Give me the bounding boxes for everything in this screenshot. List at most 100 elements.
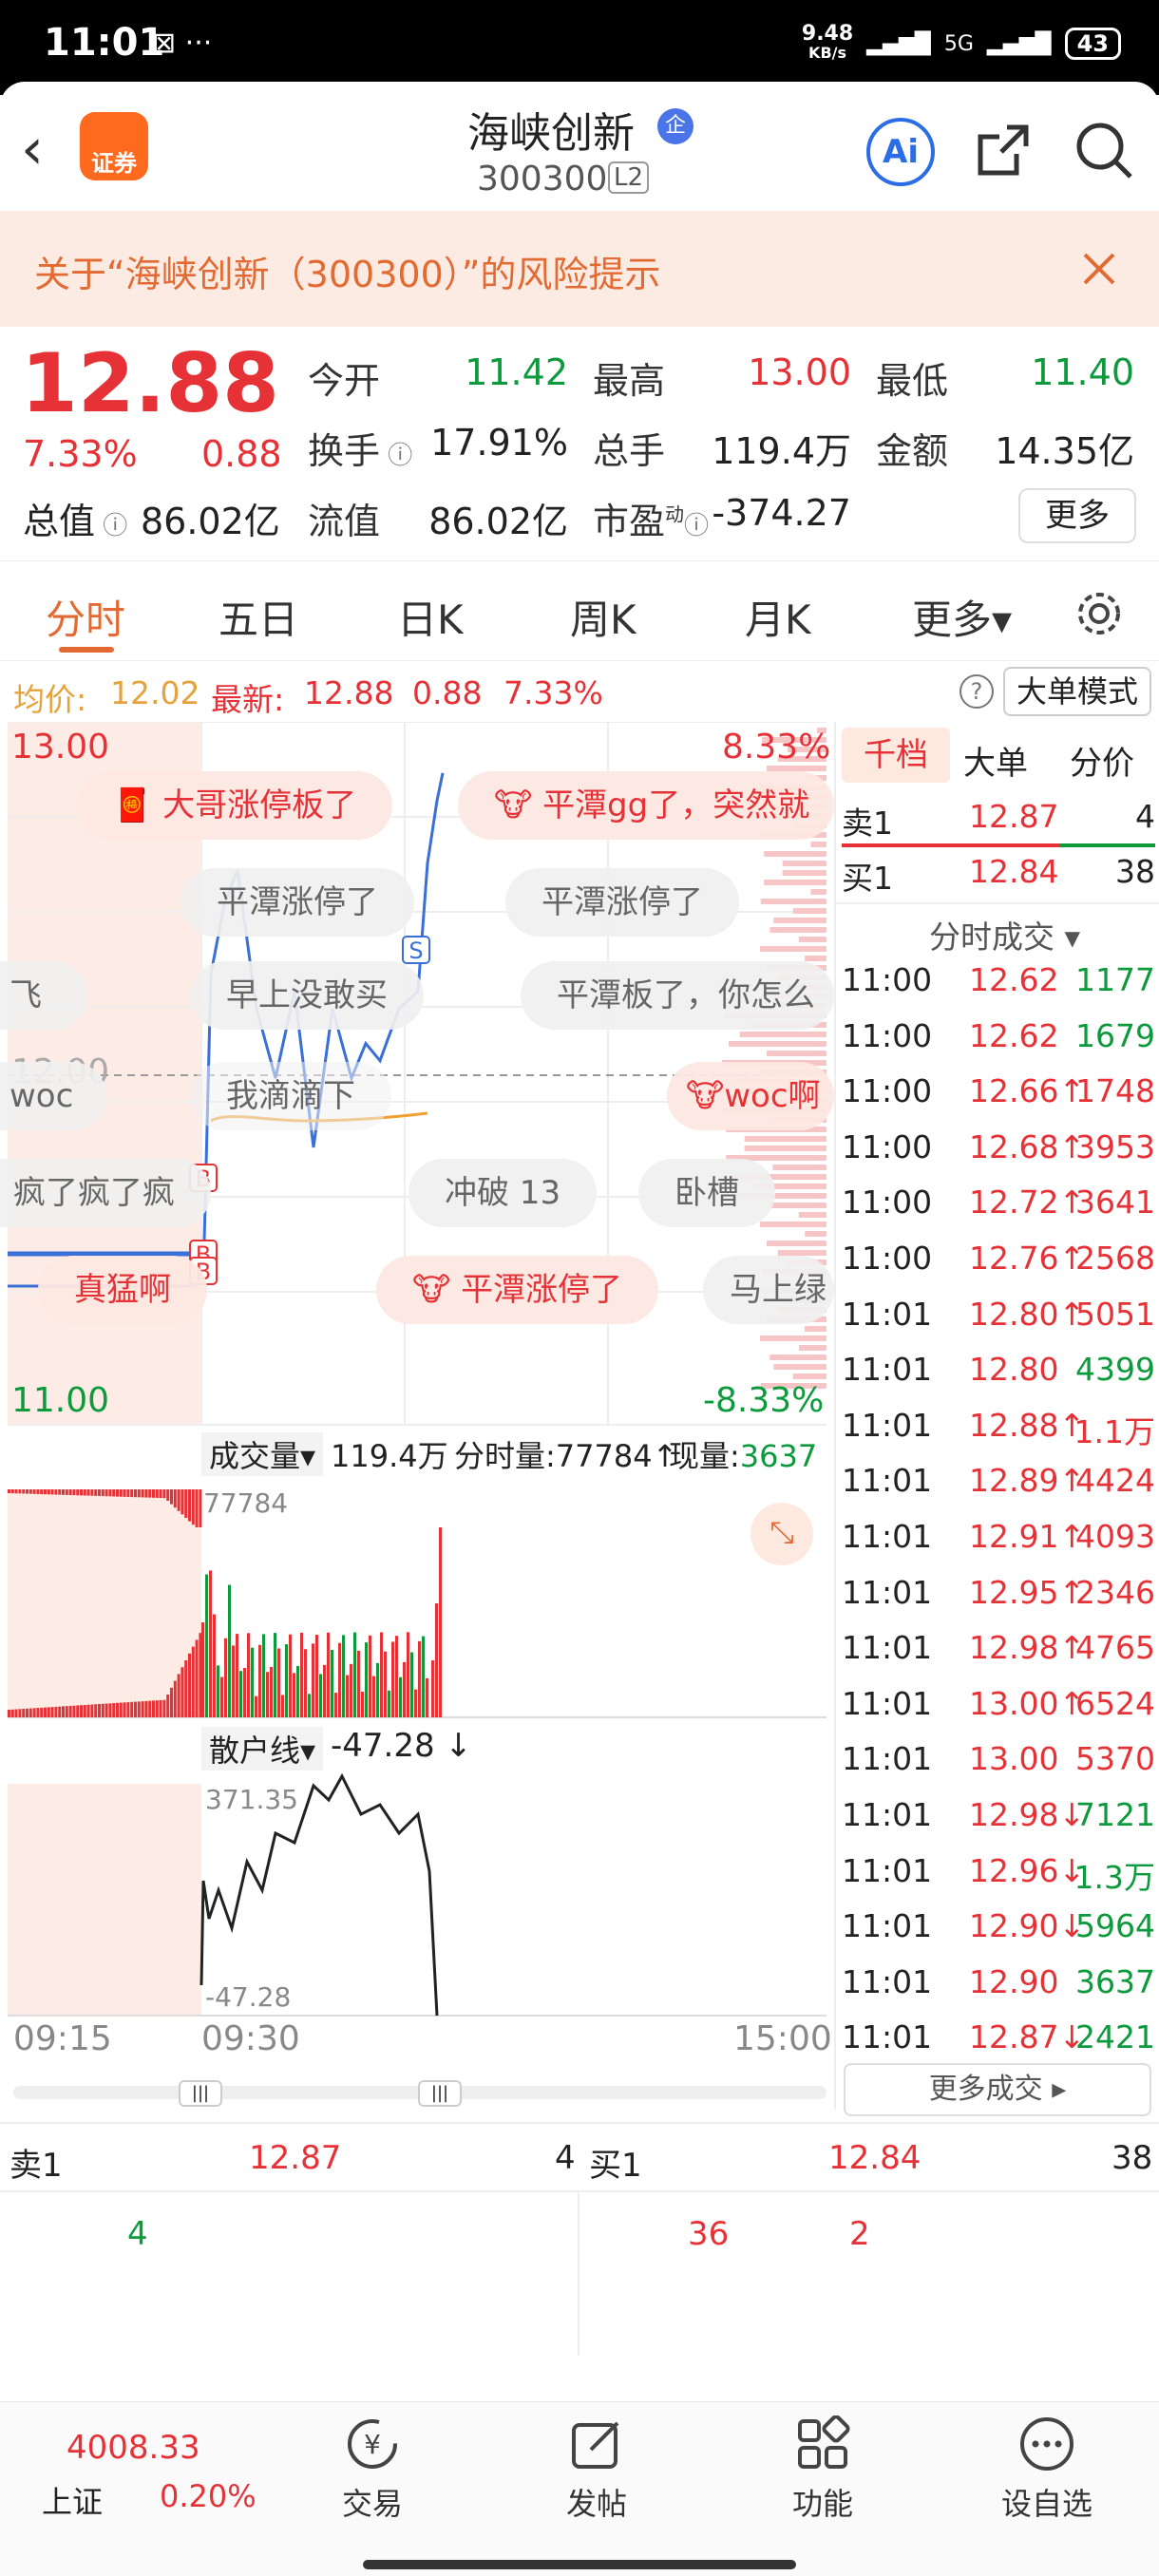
volume-bar: [166, 1489, 170, 1501]
depth-tab-thousand[interactable]: 千档: [842, 728, 950, 783]
volume-bar: [155, 1489, 159, 1498]
volume-bar: [315, 1635, 318, 1717]
scroll-handle-left[interactable]: |||: [179, 2080, 222, 2107]
close-icon[interactable]: [1081, 251, 1117, 287]
tab-intraday[interactable]: 分时: [46, 588, 125, 646]
back-icon[interactable]: ‹: [21, 116, 44, 182]
index-value[interactable]: 4008.33: [66, 2429, 200, 2467]
level-badge[interactable]: L2: [608, 161, 650, 194]
tab-five-day[interactable]: 五日: [218, 588, 298, 646]
divider: [836, 902, 1159, 904]
ai-icon[interactable]: Ai: [866, 118, 935, 186]
index-pct[interactable]: 0.20%: [160, 2478, 256, 2514]
tab-weekly-k[interactable]: 周K: [570, 588, 636, 646]
ticks-title[interactable]: 分时成交 ▾: [929, 912, 1080, 957]
current-price: 12.88: [21, 336, 280, 431]
tick-cell: 11:00: [842, 1184, 933, 1222]
index-name[interactable]: 上证: [42, 2478, 103, 2522]
volume-selector[interactable]: 成交量▾: [201, 1432, 324, 1476]
volume-bar: [388, 1690, 390, 1717]
danmu-bubble[interactable]: 飞: [0, 961, 87, 1030]
danmu-bubble[interactable]: 平潭涨停了: [180, 868, 414, 937]
intraday-chart[interactable]: BBBS 13.00 8.33% 12.00 11.00 -8.33% 🧧 大哥…: [0, 722, 834, 2071]
tick-row: 11:01 12.80 4399: [836, 1351, 1159, 1406]
volume-bar: [119, 1489, 123, 1497]
grid-icon: [792, 2414, 853, 2474]
volume-bar: [361, 1691, 364, 1717]
retail-selector[interactable]: 散户线▾: [201, 1727, 324, 1771]
big-order-mode-button[interactable]: 大单模式: [1003, 667, 1151, 716]
expand-icon[interactable]: ⤡: [750, 1503, 813, 1565]
risk-banner[interactable]: 关于“海峡创新（300300）”的风险提示: [0, 211, 1159, 327]
depth-bar: [760, 899, 826, 904]
danmu-bubble[interactable]: 🐮 平潭gg了，突然就: [458, 771, 834, 840]
chart-tabs: 分时 五日 日K 周K 月K 更多▾: [0, 560, 1159, 661]
volume-bar: [62, 1706, 65, 1717]
bottom-buy-label: 买1: [589, 2147, 642, 2185]
volume-bar: [162, 1489, 166, 1499]
volume-bar: [54, 1489, 58, 1495]
danmu-bubble[interactable]: 🐮 平潭涨停了: [376, 1256, 659, 1324]
scroll-handle-right[interactable]: |||: [418, 2080, 462, 2107]
volume-bar: [199, 1633, 202, 1717]
yuan-icon: ¥: [342, 2414, 403, 2474]
volume-bar: [44, 1489, 47, 1495]
danmu-bubble[interactable]: 🧧 大哥涨停板了: [76, 771, 393, 840]
volume-bar: [180, 1667, 184, 1717]
volume-bar: [300, 1632, 303, 1717]
volume-bar: [65, 1489, 68, 1495]
danmu-bubble[interactable]: 疯了疯了疯: [0, 1159, 211, 1227]
help-icon[interactable]: ?: [960, 674, 994, 709]
gear-icon[interactable]: [1074, 588, 1125, 639]
volume-bar: [116, 1489, 119, 1497]
nav-trade[interactable]: ¥ 交易: [296, 2414, 448, 2524]
volume-bar: [312, 1643, 314, 1717]
volume-bar: [407, 1632, 409, 1717]
depth-bar: [760, 1222, 826, 1227]
tick-cell: 7121: [1075, 1796, 1155, 1833]
danmu-bubble[interactable]: 真猛啊: [38, 1256, 207, 1324]
danmu-bubble[interactable]: 我滴滴下: [190, 1062, 391, 1130]
volume-bar: [195, 1489, 199, 1527]
danmu-bubble[interactable]: 马上绿: [703, 1256, 834, 1324]
danmu-bubble[interactable]: 平潭涨停了: [505, 868, 739, 937]
volume-bar: [177, 1674, 180, 1717]
volume-bar: [108, 1489, 112, 1497]
depth-bar: [798, 1212, 826, 1218]
danmu-bubble[interactable]: 平潭板了，你怎么: [521, 961, 834, 1030]
volume-bar: [410, 1652, 413, 1717]
nav-post[interactable]: 发帖: [521, 2414, 673, 2524]
tick-cell: 11:01: [842, 2018, 933, 2056]
tab-monthly-k[interactable]: 月K: [745, 588, 811, 646]
volume-bar: [94, 1489, 98, 1496]
depth-tab-bigorder[interactable]: 大单: [963, 737, 1028, 784]
more-ticks-button[interactable]: 更多成交 ▸: [844, 2063, 1151, 2116]
bottom-buy-price: 12.84: [828, 2139, 922, 2177]
share-icon[interactable]: [973, 120, 1034, 180]
tab-daily-k[interactable]: 日K: [397, 588, 464, 646]
app-badge[interactable]: 证券: [80, 112, 148, 180]
danmu-bubble[interactable]: 🐮woc啊: [667, 1062, 834, 1130]
status-time: 11:01: [44, 21, 165, 65]
danmu-bubble[interactable]: 早上没敢买: [190, 961, 424, 1030]
tick-cell: 4765: [1075, 1629, 1155, 1667]
volume-bar: [369, 1635, 371, 1717]
tick-cell: 1679: [1075, 1016, 1155, 1054]
search-icon[interactable]: [1072, 118, 1136, 182]
tab-more[interactable]: 更多▾: [912, 588, 1012, 646]
volume-bar: [90, 1704, 94, 1717]
volume-bar: [395, 1636, 398, 1717]
volume-bar: [177, 1489, 180, 1511]
low-value: 11.40: [1031, 351, 1134, 393]
volume-bar: [331, 1650, 333, 1717]
depth-tab-price[interactable]: 分价: [1070, 737, 1134, 784]
volume-bar: [247, 1633, 250, 1717]
nav-function[interactable]: 功能: [747, 2414, 899, 2524]
nav-add-watchlist[interactable]: 设自选: [971, 2414, 1123, 2524]
danmu-bubble[interactable]: 冲破 13: [408, 1159, 598, 1227]
more-button[interactable]: 更多: [1018, 488, 1136, 543]
danmu-bubble[interactable]: woc: [0, 1062, 106, 1130]
volume-bar: [239, 1671, 242, 1717]
volume-bar: [18, 1489, 22, 1494]
danmu-bubble[interactable]: 卧槽: [638, 1159, 775, 1227]
